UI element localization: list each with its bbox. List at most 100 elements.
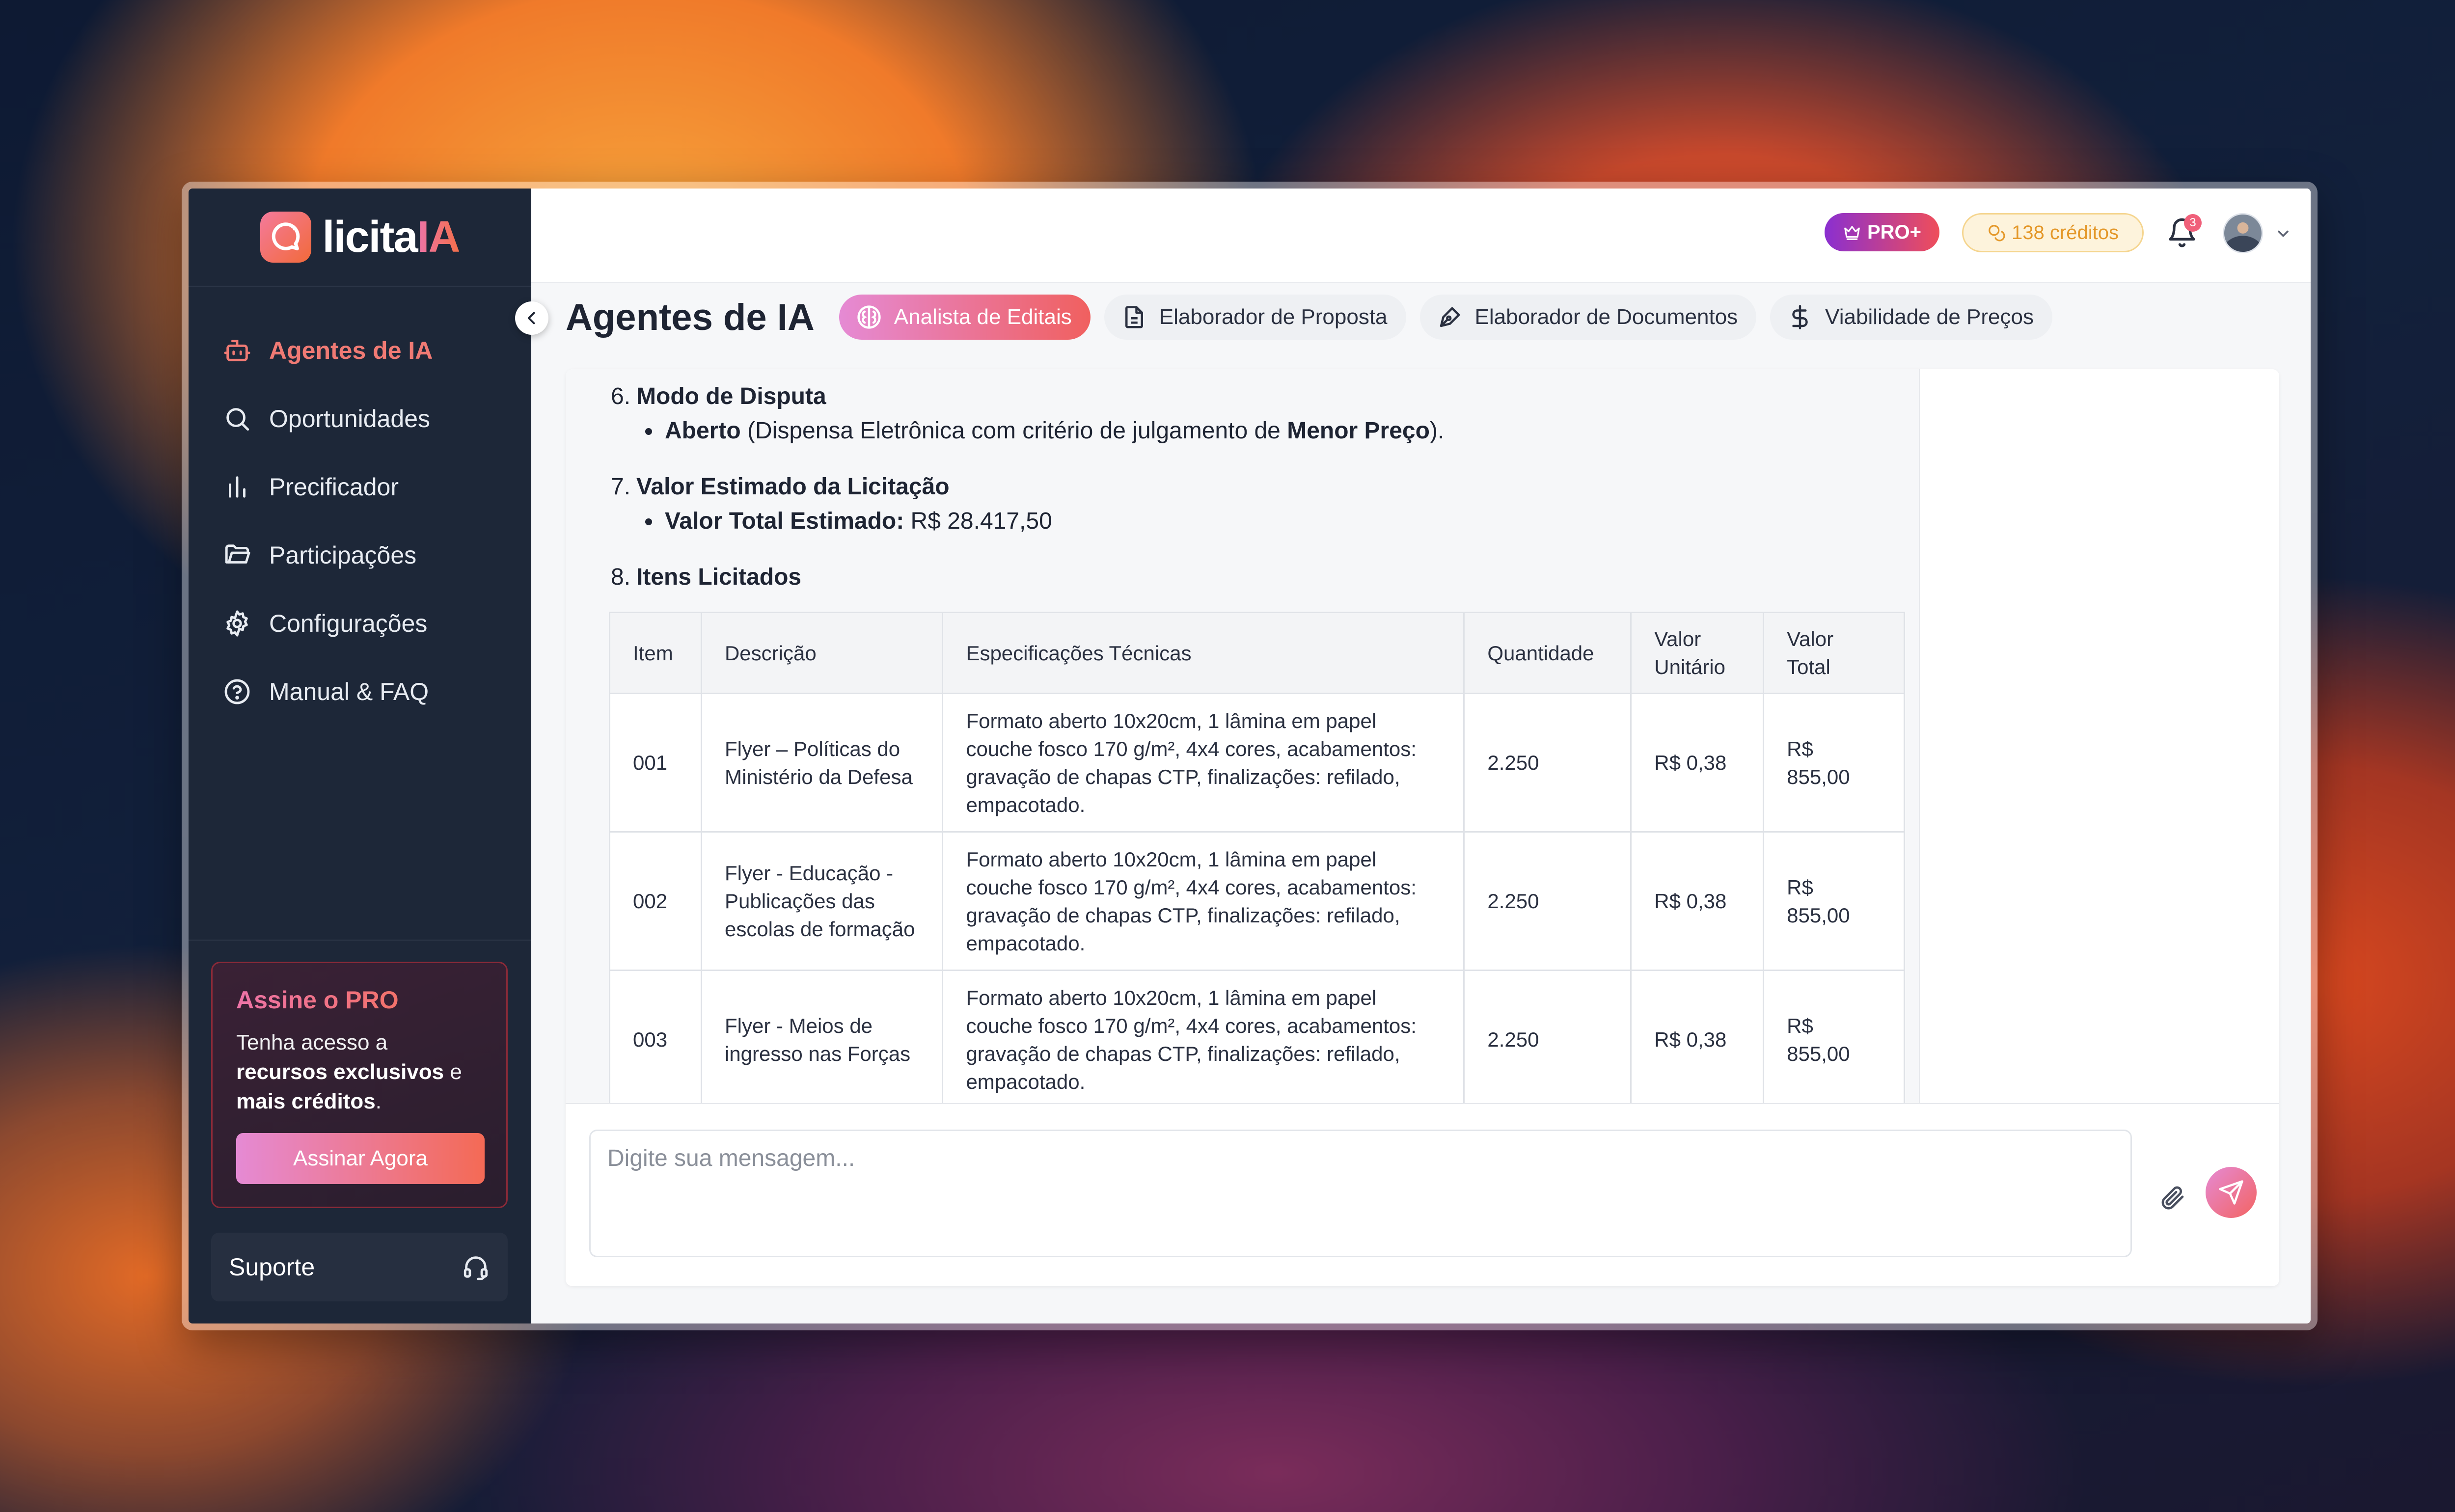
sidebar-item-label: Manual & FAQ [269, 677, 429, 705]
send-icon [2219, 1180, 2243, 1205]
cell-quantidade: 2.250 [1463, 831, 1632, 971]
tab-label: Elaborador de Documentos [1474, 305, 1738, 329]
chevron-left-icon [528, 312, 535, 324]
bar-chart-icon [229, 476, 246, 498]
tab-label: Elaborador de Proposta [1159, 305, 1388, 329]
composer [566, 1103, 2279, 1286]
avatar[interactable] [2223, 213, 2263, 253]
sidebar-nav: Agentes de IA Oportunidades Precificador… [189, 287, 531, 726]
message-input[interactable] [589, 1130, 2132, 1257]
section-valor-estimado: 7. Valor Estimado da Licitação [611, 473, 950, 500]
app: licitaIA Agentes de IA Oportunidades Pre… [189, 189, 2311, 1323]
cell-especificacoes: Formato aberto 10x20cm, 1 lâmina em pape… [942, 970, 1465, 1103]
dollar-icon [1792, 305, 1808, 329]
cell-valor-total: R$ 855,00 [1763, 831, 1905, 971]
section-itens-licitados: 8. Itens Licitados [611, 564, 802, 590]
paperclip-icon [2161, 1186, 2184, 1210]
cell-valor-unitario: R$ 0,38 [1630, 831, 1765, 971]
cell-quantidade: 2.250 [1463, 693, 1632, 833]
cell-valor-total: R$ 855,00 [1763, 970, 1905, 1103]
crown-icon [1844, 226, 1860, 240]
cell-valor-unitario: R$ 0,38 [1630, 693, 1765, 833]
help-circle-icon [224, 679, 250, 704]
sidebar-item-manual-faq[interactable]: Manual & FAQ [189, 657, 531, 726]
headset-icon [464, 1256, 488, 1280]
section-modo-de-disputa: 6. Modo de Disputa [611, 383, 826, 409]
brain-icon [857, 305, 881, 329]
coins-icon [1989, 225, 2005, 242]
cell-descricao: Flyer - Meios de ingresso nas Forças [700, 970, 944, 1103]
column-header-especificacoes: Especificações Técnicas [942, 612, 1465, 694]
tab-analista-de-editais[interactable]: Analista de Editais [839, 295, 1091, 340]
pro-plan-badge[interactable]: PRO+ [1825, 213, 1939, 251]
sidebar-item-label: Precificador [269, 473, 399, 501]
bullet-item: Aberto (Dispensa Eletrônica com critério… [611, 413, 1907, 448]
sidebar-divider [189, 940, 531, 941]
credits-badge[interactable]: 138 créditos [1962, 213, 2144, 252]
page-title: Agentes de IA [566, 296, 815, 338]
pen-tool-icon [1440, 307, 1460, 327]
cell-especificacoes: Formato aberto 10x20cm, 1 lâmina em pape… [942, 693, 1465, 833]
sidebar-item-label: Agentes de IA [269, 336, 433, 364]
sidebar-item-precificador[interactable]: Precificador [189, 453, 531, 521]
column-header-quantidade: Quantidade [1463, 612, 1632, 694]
cell-valor-unitario: R$ 0,38 [1630, 970, 1765, 1103]
sidebar-item-label: Configurações [269, 609, 428, 637]
column-header-valor-unitario: Valor Unitário [1630, 612, 1765, 694]
sidebar: licitaIA Agentes de IA Oportunidades Pre… [189, 189, 531, 1323]
support-button[interactable]: Suporte [211, 1233, 508, 1301]
sidebar-item-label: Participações [269, 541, 417, 569]
send-button[interactable] [2206, 1167, 2257, 1218]
tab-elaborador-de-proposta[interactable]: Elaborador de Proposta [1104, 295, 1406, 340]
subscribe-button[interactable]: Assinar Agora [236, 1133, 485, 1184]
chat-panel: 6. Modo de Disputa Aberto (Dispensa Eletr… [566, 369, 2279, 1286]
logo-mark-icon [260, 212, 312, 263]
message-list[interactable]: 6. Modo de Disputa Aberto (Dispensa Eletr… [566, 369, 1920, 1103]
sidebar-item-label: Oportunidades [269, 405, 431, 432]
tab-viabilidade-de-precos[interactable]: Viabilidade de Preços [1770, 295, 2052, 340]
pro-badge-label: PRO+ [1867, 221, 1922, 243]
bullet-item: Valor Total Estimado: R$ 28.417,50 [611, 504, 1907, 538]
tab-label: Analista de Editais [894, 305, 1072, 329]
logo-text: licitaIA [322, 212, 460, 262]
attach-button[interactable] [2153, 1178, 2192, 1217]
cell-descricao: Flyer - Educação - Publicações das escol… [700, 831, 944, 971]
column-header-item: Item [609, 612, 702, 694]
cell-item: 003 [609, 970, 702, 1103]
cell-item: 002 [609, 831, 702, 971]
promo-title: Assine o PRO [236, 986, 483, 1014]
folder-icon [225, 544, 250, 564]
notification-count-badge: 3 [2184, 214, 2202, 232]
sidebar-item-agentes-de-ia[interactable]: Agentes de IA [189, 316, 531, 384]
chevron-down-icon[interactable] [2274, 225, 2292, 243]
table-header-row: Item Descrição Especificações Técnicas Q… [609, 612, 1905, 694]
robot-icon [224, 339, 250, 361]
column-header-descricao: Descrição [700, 612, 944, 694]
pro-promo-card: Assine o PRO Tenha acesso a recursos exc… [211, 962, 508, 1208]
sidebar-item-oportunidades[interactable]: Oportunidades [189, 384, 531, 453]
assistant-message: 6. Modo de Disputa Aberto (Dispensa Eletr… [611, 379, 1907, 594]
app-window: licitaIA Agentes de IA Oportunidades Pre… [182, 182, 2318, 1330]
tab-label: Viabilidade de Preços [1825, 305, 2034, 329]
cell-valor-total: R$ 855,00 [1763, 693, 1905, 833]
top-bar: PRO+ 138 créditos 3 [531, 189, 2311, 283]
page-header: Agentes de IA Analista de Editais Elabor… [566, 293, 2066, 342]
credits-label: 138 créditos [2012, 221, 2119, 243]
promo-text: Tenha acesso a recursos exclusivos e mai… [236, 1030, 462, 1113]
cell-item: 001 [609, 693, 702, 833]
cell-especificacoes: Formato aberto 10x20cm, 1 lâmina em pape… [942, 831, 1465, 971]
main-content: PRO+ 138 créditos 3 Agentes de IA Analis… [531, 189, 2311, 1323]
document-icon [1125, 306, 1143, 328]
logo[interactable]: licitaIA [189, 189, 531, 287]
sidebar-item-configuracoes[interactable]: Configurações [189, 589, 531, 657]
cell-descricao: Flyer – Políticas do Ministério da Defes… [700, 693, 944, 833]
collapse-sidebar-button[interactable] [515, 301, 548, 335]
cell-quantidade: 2.250 [1463, 970, 1632, 1103]
table-row: 003 Flyer - Meios de ingresso nas Forças… [609, 970, 1905, 1103]
search-icon [226, 407, 249, 431]
tab-elaborador-de-documentos[interactable]: Elaborador de Documentos [1419, 295, 1757, 340]
column-header-valor-total: Valor Total [1763, 612, 1905, 694]
sidebar-item-participacoes[interactable]: Participações [189, 521, 531, 589]
gear-icon [226, 610, 248, 637]
items-table: Item Descrição Especificações Técnicas Q… [609, 612, 1905, 1103]
